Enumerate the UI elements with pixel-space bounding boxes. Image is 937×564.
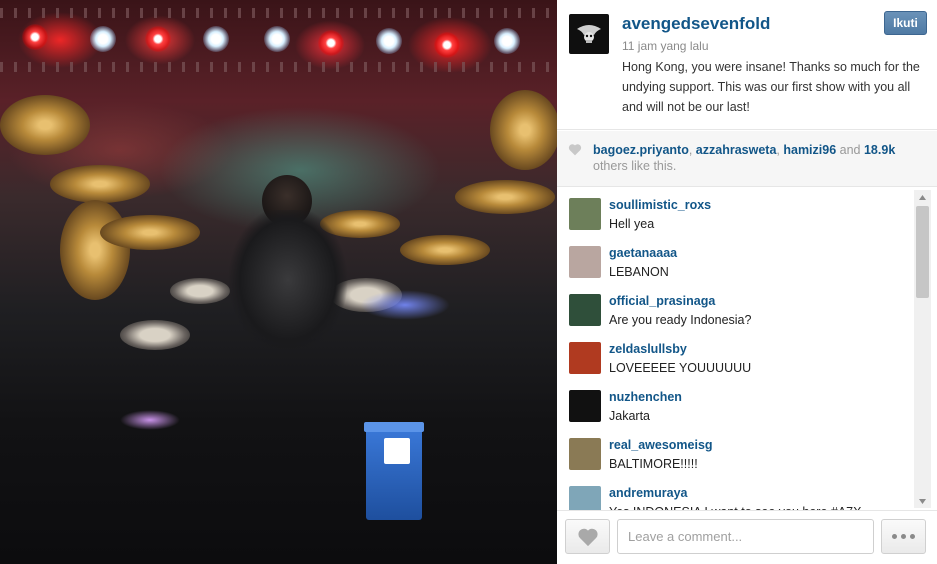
cymbal [60,200,130,300]
drum [120,320,190,350]
stage-light [264,26,290,52]
likes-text: bagoez.priyanto, azzahrasweta, hamizi96 … [593,143,895,157]
post-photo[interactable] [0,0,557,564]
comment-item: andremurayaYes INDONESIA I want to see y… [557,476,913,510]
stage-glow [120,410,180,430]
drum [170,278,230,304]
cymbal [0,95,90,155]
liker-link[interactable]: bagoez.priyanto [593,143,689,157]
stage-light [434,32,460,58]
avatar[interactable] [569,342,601,374]
comment-username-link[interactable]: andremuraya [609,486,688,500]
comment-input[interactable] [617,519,874,554]
comment-footer [557,510,937,564]
comment-text: Jakarta [609,409,650,423]
follow-button[interactable]: Ikuti [884,11,927,35]
comments-scrollbar[interactable] [914,190,931,508]
cooler-sticker [384,438,410,464]
cymbal [455,180,555,214]
comment-text: LOVEEEEE YOUUUUUU [609,361,752,375]
more-options-button[interactable] [881,519,926,554]
heart-icon [577,528,598,546]
comment-text: Are you ready Indonesia? [609,313,752,327]
comment-item: soullimistic_roxs Hell yea [557,188,913,236]
comment-item: nuzhenchen Jakarta [557,380,913,428]
stage-light [145,26,171,52]
lighting-truss [0,62,557,72]
stage-light [22,24,48,50]
post-header: avengedsevenfold 11 jam yang lalu Hong K… [557,0,937,130]
cymbal [400,235,490,265]
post-detail-panel: avengedsevenfold 11 jam yang lalu Hong K… [557,0,937,564]
post-timestamp[interactable]: 11 jam yang lalu [622,39,709,53]
avatar[interactable] [569,438,601,470]
avatar[interactable] [569,294,601,326]
stage-light [494,28,520,54]
cymbal [490,90,557,170]
comment-username-link[interactable]: soullimistic_roxs [609,198,711,212]
comment-item: zeldaslullsby LOVEEEEE YOUUUUUU [557,332,913,380]
and-text: and [836,143,864,157]
cooler-lid [364,422,424,432]
avatar[interactable] [569,246,601,278]
stage-light [376,28,402,54]
dot-icon [901,534,906,539]
comment-item: gaetanaaaa LEBANON [557,236,913,284]
comment-text: BALTIMORE!!!!! [609,457,698,471]
avatar[interactable] [569,14,609,54]
comments-list[interactable]: soullimistic_roxs Hell yea gaetanaaaa LEBAN… [557,188,937,510]
likes-section: bagoez.priyanto, azzahrasweta, hamizi96 … [557,131,937,187]
comment-item: official_prasinaga Are you ready Indonesi… [557,284,913,332]
likes-count-link[interactable]: 18.9k [864,143,895,157]
cymbal [50,165,150,203]
comment-text: LEBANON [609,265,669,279]
liker-link[interactable]: hamizi96 [783,143,836,157]
comment-username-link[interactable]: nuzhenchen [609,390,682,404]
dot-icon [910,534,915,539]
blue-cooler [364,422,424,520]
separator: , [688,143,696,157]
likes-suffix: others like this. [593,159,677,173]
avatar[interactable] [569,198,601,230]
post-caption: Hong Kong, you were insane! Thanks so mu… [622,60,920,114]
like-button[interactable] [565,519,610,554]
liker-link[interactable]: azzahrasweta [696,143,777,157]
scroll-up-arrow-icon[interactable] [914,190,931,204]
stage-light [203,26,229,52]
scrollbar-thumb[interactable] [916,206,929,298]
scroll-down-arrow-icon[interactable] [914,494,931,508]
stage-light [90,26,116,52]
post-username-link[interactable]: avengedsevenfold [622,14,770,34]
comment-username-link[interactable]: zeldaslullsby [609,342,687,356]
lighting-truss [0,8,557,18]
comment-item: real_awesomeisg BALTIMORE!!!!! [557,428,913,476]
heart-icon [568,144,582,156]
stage-light [318,30,344,56]
stage-glow [360,290,450,320]
comment-username-link[interactable]: official_prasinaga [609,294,715,308]
avatar[interactable] [569,390,601,422]
avatar[interactable] [569,486,601,510]
deathbat-logo-icon [577,25,601,43]
dot-icon [892,534,897,539]
drummer [228,210,348,350]
cymbal [100,215,200,250]
comment-text: Hell yea [609,217,655,231]
comment-username-link[interactable]: gaetanaaaa [609,246,677,260]
comment-username-link[interactable]: real_awesomeisg [609,438,713,452]
